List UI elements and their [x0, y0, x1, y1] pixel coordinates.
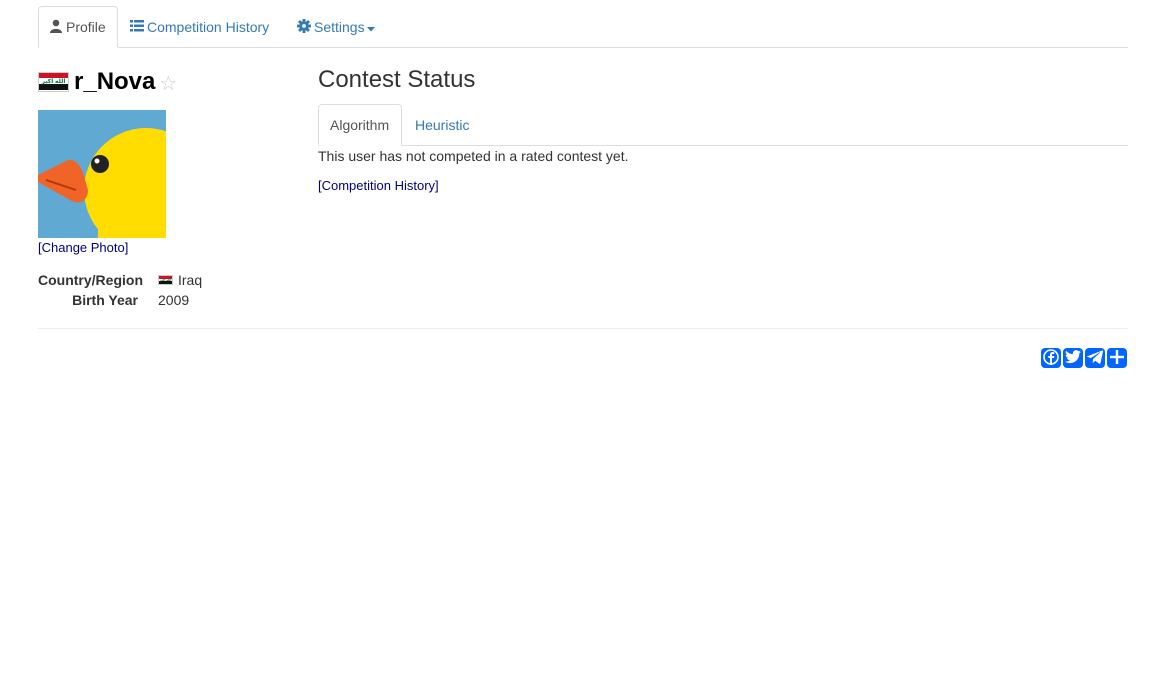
competition-history-link[interactable]: [Competition History]	[318, 178, 439, 193]
profile-nav-tabs: Profile Competition History Settings	[38, 6, 1128, 48]
facebook-share-button[interactable]	[1041, 348, 1061, 368]
iraq-flag-small-icon: الله اكبر	[158, 275, 173, 285]
avatar	[38, 110, 208, 252]
contest-status-title: Contest Status	[318, 66, 476, 93]
telegram-share-button[interactable]	[1085, 348, 1105, 368]
tab-profile-label: Profile	[66, 19, 106, 35]
change-photo-link[interactable]: [Change Photo]	[38, 240, 128, 255]
birth-year-label: Birth Year	[72, 292, 138, 308]
caret-down-icon	[366, 19, 375, 35]
username: r_Nova	[74, 67, 156, 95]
twitter-icon	[1065, 349, 1081, 367]
no-contest-message: This user has not competed in a rated co…	[318, 148, 629, 164]
tab-settings-label: Settings	[314, 19, 365, 35]
gear-icon	[297, 18, 311, 36]
profile-info: Country/Region الله اكبر Iraq Birth Year…	[38, 270, 202, 310]
list-icon	[130, 19, 144, 35]
tab-competition-history-label: Competition History	[147, 19, 270, 35]
country-name: Iraq	[178, 272, 203, 288]
facebook-icon	[1043, 348, 1059, 368]
share-buttons	[1041, 348, 1127, 368]
country-label: Country/Region	[38, 272, 143, 288]
tab-heuristic[interactable]: Heuristic	[404, 104, 480, 146]
user-header: الله اكبر r_Nova ☆	[38, 67, 177, 96]
contest-type-tabs: Algorithm Heuristic	[318, 104, 1128, 146]
tab-profile[interactable]: Profile	[38, 6, 118, 48]
country-value: الله اكبر Iraq	[158, 272, 202, 288]
share-plus-button[interactable]	[1107, 348, 1127, 368]
tab-algorithm[interactable]: Algorithm	[318, 104, 402, 146]
info-row-country: Country/Region الله اكبر Iraq	[38, 270, 202, 290]
share-plus-icon	[1110, 349, 1124, 367]
telegram-icon	[1086, 349, 1104, 367]
user-icon	[49, 19, 63, 36]
tab-settings[interactable]: Settings	[297, 6, 375, 48]
tab-competition-history[interactable]: Competition History	[130, 6, 269, 48]
info-row-birth-year: Birth Year 2009	[38, 290, 202, 310]
divider	[38, 328, 1128, 329]
iraq-flag-icon: الله اكبر	[38, 71, 69, 92]
favorite-star-icon[interactable]: ☆	[159, 71, 177, 96]
birth-year-value: 2009	[158, 292, 190, 308]
twitter-share-button[interactable]	[1063, 348, 1083, 368]
